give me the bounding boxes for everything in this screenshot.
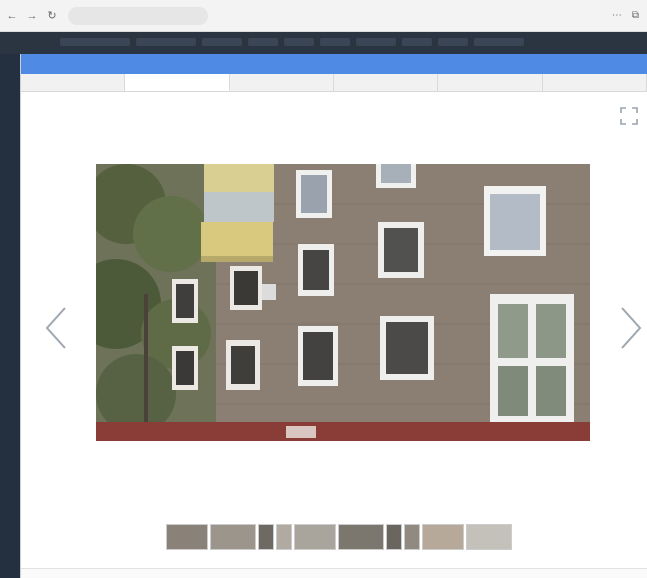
site-nav-item[interactable] xyxy=(402,38,432,46)
site-nav-item[interactable] xyxy=(474,38,524,46)
extensions-icon[interactable]: ⧉ xyxy=(632,10,639,21)
site-nav-item[interactable] xyxy=(356,38,396,46)
thumbnail-6[interactable] xyxy=(338,524,384,550)
tab-history[interactable] xyxy=(438,74,543,91)
thumbnail-10[interactable] xyxy=(466,524,512,550)
site-header xyxy=(0,32,647,54)
browser-toolbar: ← → ↻ ⋯ ⧉ xyxy=(0,0,647,32)
modal-title xyxy=(21,54,647,74)
modal-tabs xyxy=(21,74,647,92)
left-sidebar xyxy=(0,54,20,578)
fullscreen-icon xyxy=(620,107,638,125)
site-nav-item[interactable] xyxy=(60,38,130,46)
fullscreen-button[interactable] xyxy=(619,106,639,126)
chevron-left-icon xyxy=(45,307,66,349)
thumbnail-2[interactable] xyxy=(210,524,256,550)
thumbnail-7[interactable] xyxy=(386,524,402,550)
tab-video[interactable] xyxy=(230,74,334,91)
tab-layout[interactable] xyxy=(543,74,647,91)
settings-icon[interactable]: ⋯ xyxy=(612,10,622,21)
site-nav-item[interactable] xyxy=(284,38,314,46)
chevron-right-icon xyxy=(621,307,642,349)
thumbnail-5[interactable] xyxy=(294,524,336,550)
back-icon[interactable]: ← xyxy=(4,10,20,22)
forward-icon[interactable]: → xyxy=(24,10,40,22)
address-bar[interactable] xyxy=(68,6,208,25)
site-nav-item[interactable] xyxy=(320,38,350,46)
tab-map[interactable] xyxy=(334,74,439,91)
thumbnail-1[interactable] xyxy=(166,524,208,550)
thumbnail-strip xyxy=(166,524,512,550)
tab-photo[interactable] xyxy=(125,74,230,91)
site-nav-item[interactable] xyxy=(438,38,468,46)
building-photo-image xyxy=(96,164,590,441)
next-photo-button[interactable] xyxy=(616,304,646,352)
previous-photo-button[interactable] xyxy=(41,304,71,352)
reload-icon[interactable]: ↻ xyxy=(44,9,60,22)
main-photo[interactable] xyxy=(96,164,590,441)
tab-description[interactable] xyxy=(21,74,126,91)
modal-footer xyxy=(21,568,647,578)
photo-modal xyxy=(20,54,647,578)
site-nav-item[interactable] xyxy=(136,38,196,46)
thumbnail-4[interactable] xyxy=(276,524,292,550)
site-nav-item[interactable] xyxy=(202,38,242,46)
thumbnail-9[interactable] xyxy=(422,524,464,550)
thumbnail-8[interactable] xyxy=(404,524,420,550)
thumbnail-3[interactable] xyxy=(258,524,274,550)
site-nav-item[interactable] xyxy=(248,38,278,46)
